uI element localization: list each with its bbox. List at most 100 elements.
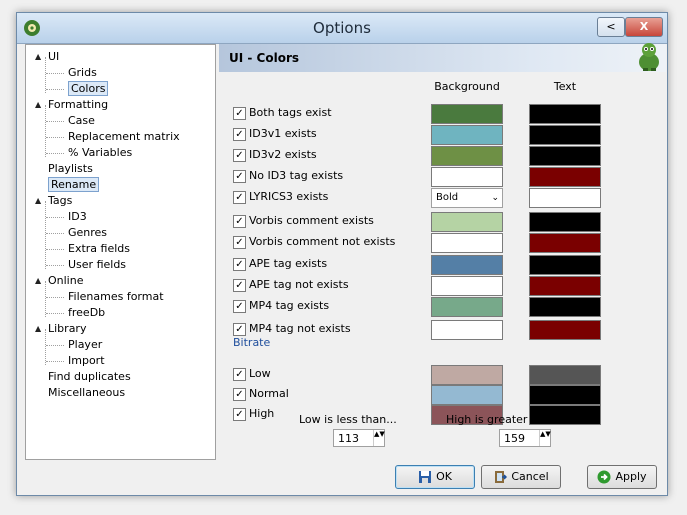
collapse-triangle-icon[interactable]: ▲ <box>35 53 43 61</box>
tree-item-colors[interactable]: Colors <box>68 81 109 97</box>
help-button[interactable]: < <box>597 17 625 37</box>
text-color-swatch[interactable] <box>529 255 601 275</box>
text-color-swatch[interactable] <box>529 167 601 187</box>
checkbox-label: No ID3 tag exists <box>249 169 344 182</box>
background-color-swatch[interactable] <box>431 167 503 187</box>
collapse-triangle-icon[interactable]: ▲ <box>35 197 43 205</box>
checkbox[interactable]: ✓ <box>233 323 246 336</box>
tree-item-import[interactable]: Import <box>68 353 105 369</box>
low-threshold-spinner[interactable]: 113 ▲▼ <box>333 429 385 447</box>
tree-item-ui[interactable]: UI <box>48 49 59 65</box>
tree-connector <box>46 233 64 234</box>
tree-item-tags[interactable]: Tags <box>48 193 72 209</box>
ok-label: OK <box>436 470 452 483</box>
chevron-down-icon: ⌄ <box>491 193 499 203</box>
text-color-swatch[interactable] <box>529 320 601 340</box>
text-color-swatch[interactable] <box>529 104 601 124</box>
background-color-swatch[interactable] <box>431 320 503 340</box>
background-color-swatch[interactable] <box>431 255 503 275</box>
background-color-swatch[interactable] <box>431 297 503 317</box>
close-button[interactable]: X <box>625 17 663 37</box>
collapse-triangle-icon[interactable]: ▲ <box>35 101 43 109</box>
tree-connector <box>45 105 46 157</box>
tree-item-player[interactable]: Player <box>68 337 102 353</box>
spin-arrows-icon[interactable]: ▲▼ <box>539 430 551 446</box>
tree-item-extra-fields[interactable]: Extra fields <box>68 241 130 257</box>
tree-item-library[interactable]: Library <box>48 321 86 337</box>
text-color-swatch[interactable] <box>529 212 601 232</box>
tree-item-label: Case <box>68 114 95 127</box>
checkbox[interactable]: ✓ <box>233 408 246 421</box>
text-color-swatch[interactable] <box>529 146 601 166</box>
background-column-header: Background <box>434 80 500 93</box>
tree-item-playlists[interactable]: Playlists <box>48 161 93 177</box>
tree-item-label: Extra fields <box>68 242 130 255</box>
tree-item-grids[interactable]: Grids <box>68 65 97 81</box>
save-disk-icon <box>419 471 432 483</box>
checkbox[interactable]: ✓ <box>233 170 246 183</box>
tree-connector <box>46 265 64 266</box>
background-color-swatch[interactable] <box>431 146 503 166</box>
tree-item-label: Rename <box>48 177 100 192</box>
checkbox[interactable]: ✓ <box>233 236 246 249</box>
tree-item-online[interactable]: Online <box>48 273 83 289</box>
tree-item-variables[interactable]: % Variables <box>68 145 132 161</box>
tree-connector <box>46 89 64 90</box>
text-color-swatch[interactable] <box>529 385 601 405</box>
font-style-value: Bold <box>436 192 459 203</box>
text-color-swatch[interactable] <box>529 233 601 253</box>
title-bar: Options < X <box>17 13 667 44</box>
tree-item-replacement-matrix[interactable]: Replacement matrix <box>68 129 180 145</box>
spin-arrows-icon[interactable]: ▲▼ <box>373 430 385 446</box>
checkbox[interactable]: ✓ <box>233 368 246 381</box>
cancel-button[interactable]: Cancel <box>481 465 561 489</box>
tree-connector <box>45 57 46 93</box>
background-color-swatch[interactable] <box>431 233 503 253</box>
tree-item-formatting[interactable]: Formatting <box>48 97 108 113</box>
checkbox-label: High <box>249 407 275 420</box>
tree-item-rename[interactable]: Rename <box>48 177 100 193</box>
checkbox[interactable]: ✓ <box>233 128 246 141</box>
checkbox[interactable]: ✓ <box>233 279 246 292</box>
apply-button[interactable]: Apply <box>587 465 657 489</box>
background-color-swatch[interactable] <box>431 276 503 296</box>
text-color-swatch[interactable] <box>529 365 601 385</box>
text-color-swatch[interactable] <box>529 125 601 145</box>
tree-item-label: % Variables <box>68 146 133 159</box>
tree-item-find-duplicates[interactable]: Find duplicates <box>48 369 131 385</box>
tree-item-user-fields[interactable]: User fields <box>68 257 126 273</box>
tree-item-id3[interactable]: ID3 <box>68 209 87 225</box>
tree-item-label: ID3 <box>68 210 87 223</box>
checkbox[interactable]: ✓ <box>233 149 246 162</box>
checkbox[interactable]: ✓ <box>233 107 246 120</box>
font-style-select[interactable]: Bold ⌄ <box>431 188 503 208</box>
background-color-swatch[interactable] <box>431 385 503 405</box>
text-color-swatch[interactable] <box>529 297 601 317</box>
tree-item-miscellaneous[interactable]: Miscellaneous <box>48 385 125 401</box>
tree-item-freedb[interactable]: freeDb <box>68 305 105 321</box>
collapse-triangle-icon[interactable]: ▲ <box>35 277 43 285</box>
background-color-swatch[interactable] <box>431 125 503 145</box>
tree-item-case[interactable]: Case <box>68 113 95 129</box>
checkbox[interactable]: ✓ <box>233 300 246 313</box>
tree-item-label: UI <box>48 50 60 63</box>
checkbox-label: MP4 tag exists <box>249 299 330 312</box>
text-color-swatch[interactable] <box>529 188 601 208</box>
background-color-swatch[interactable] <box>431 365 503 385</box>
options-tree[interactable]: ▲ UI Grids Colors ▲ Formatting Case Replacement… <box>25 44 216 460</box>
tree-item-filenames-format[interactable]: Filenames format <box>68 289 164 305</box>
checkbox[interactable]: ✓ <box>233 215 246 228</box>
collapse-triangle-icon[interactable]: ▲ <box>35 325 43 333</box>
background-color-swatch[interactable] <box>431 212 503 232</box>
tree-item-label: Replacement matrix <box>68 130 180 143</box>
high-threshold-spinner[interactable]: 159 ▲▼ <box>499 429 551 447</box>
checkbox[interactable]: ✓ <box>233 258 246 271</box>
cancel-label: Cancel <box>511 470 549 483</box>
background-color-swatch[interactable] <box>431 104 503 124</box>
tree-item-label: Find duplicates <box>48 370 131 383</box>
checkbox[interactable]: ✓ <box>233 191 246 204</box>
text-color-swatch[interactable] <box>529 276 601 296</box>
ok-button[interactable]: OK <box>395 465 475 489</box>
checkbox[interactable]: ✓ <box>233 388 246 401</box>
tree-item-genres[interactable]: Genres <box>68 225 107 241</box>
